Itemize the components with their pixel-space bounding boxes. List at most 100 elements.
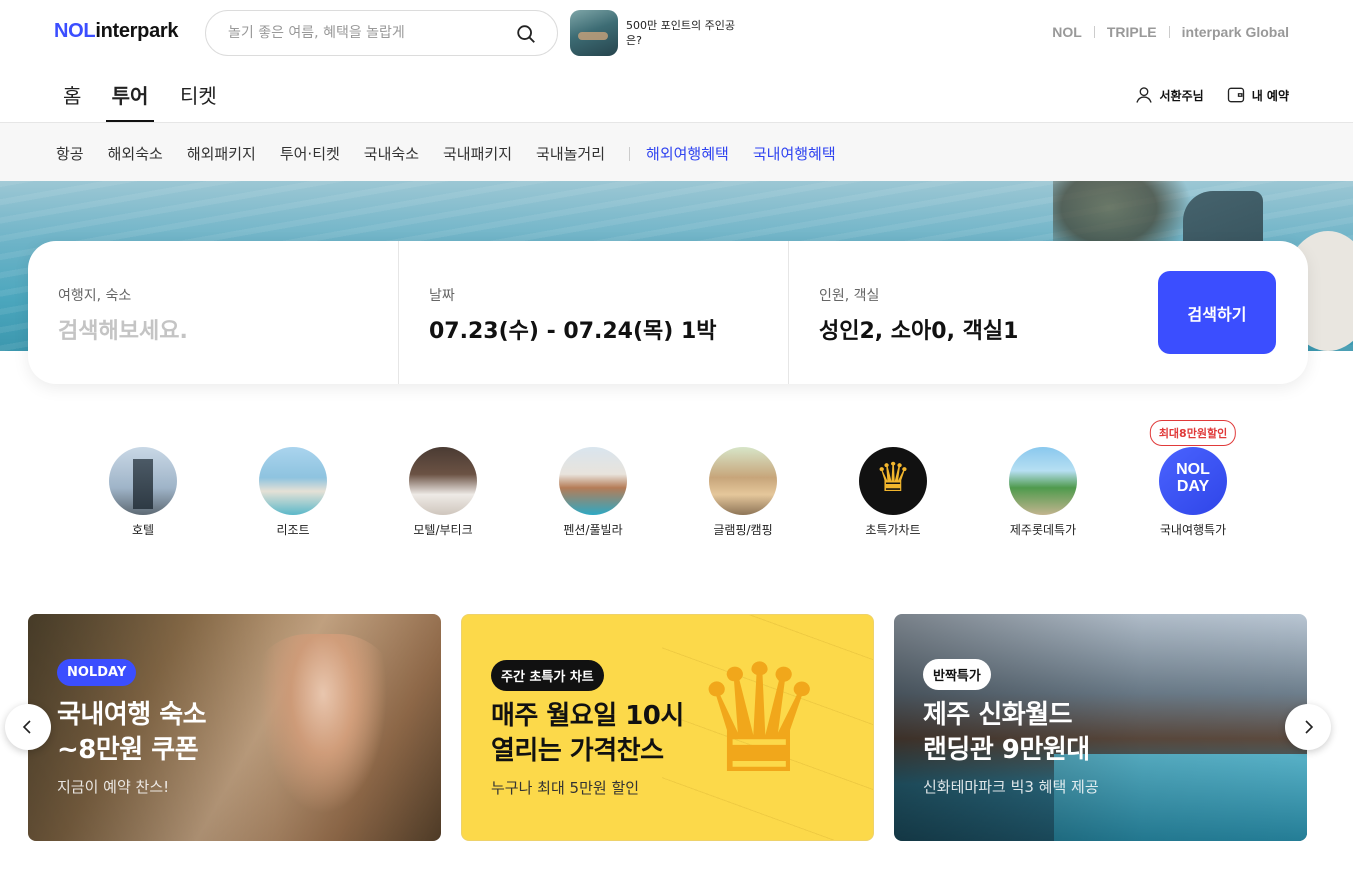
banner-title-line: 열리는 가격찬스	[491, 736, 664, 766]
crown-icon: ♛	[692, 633, 827, 807]
search-button[interactable]: 검색하기	[1158, 271, 1276, 354]
subnav-item-domestic-package[interactable]: 국내패키지	[443, 143, 512, 164]
subnav-item-domestic-stay[interactable]: 국내숙소	[364, 143, 419, 164]
divider	[629, 146, 631, 161]
banner-card[interactable]: ♛ 주간 초특가 차트 매주 월요일 10시 열리는 가격찬스 누구나 최대 5…	[461, 614, 874, 841]
category-label: 리조트	[276, 523, 310, 537]
logo-nol: NOL	[54, 20, 96, 42]
category-glamping[interactable]: 글램핑/캠핑	[688, 447, 798, 538]
date-field[interactable]: 날짜 07.23(수) - 07.24(목) 1박	[398, 241, 788, 384]
pension-icon	[559, 447, 627, 515]
banner-tag: NOLDAY	[57, 659, 137, 686]
banner-title-line: 제주 신화월드	[923, 700, 1073, 730]
carousel-prev-button[interactable]	[5, 704, 51, 750]
banner-title: 국내여행 숙소 ~8만원 쿠폰	[57, 698, 207, 768]
subnav-item-domestic-benefits[interactable]: 국내여행혜택	[753, 143, 836, 164]
brand-link-nol[interactable]: NOL	[1052, 24, 1082, 40]
motel-icon	[409, 447, 477, 515]
category-domestic-deal[interactable]: 최대8만원할인 NOL DAY 국내여행특가	[1138, 420, 1248, 538]
category-label: 제주롯데특가	[1009, 523, 1077, 537]
banner-subtitle: 신화테마파크 빅3 혜택 제공	[923, 778, 1099, 796]
guests-label: 인원, 객실	[819, 288, 880, 304]
banner-title-line: 매주 월요일 10시	[491, 701, 684, 731]
brand-link-interpark-global[interactable]: interpark Global	[1182, 24, 1289, 40]
category-label: 펜션/풀빌라	[563, 523, 623, 537]
banner-card[interactable]: 반짝특가 제주 신화월드 랜딩관 9만원대 신화테마파크 빅3 혜택 제공	[894, 614, 1307, 841]
tab-ticket[interactable]: 티켓	[180, 80, 217, 122]
date-label: 날짜	[429, 288, 455, 304]
category-label: 초특가차트	[865, 523, 921, 537]
brand-links: NOL TRIPLE interpark Global	[1052, 24, 1289, 40]
user-icon	[1135, 87, 1152, 103]
banner-subtitle: 지금이 예약 찬스!	[57, 778, 170, 796]
category-label: 호텔	[131, 523, 155, 537]
nolday-logo-text: NOL DAY	[1176, 461, 1210, 495]
date-value: 07.23(수) - 07.24(목) 1박	[429, 319, 717, 344]
logo-brand: interpark	[95, 20, 179, 42]
user-menu[interactable]: 서환주님	[1134, 85, 1204, 105]
divider	[1093, 26, 1095, 38]
category-jeju-lotte[interactable]: 제주롯데특가	[988, 447, 1098, 538]
banner-title: 매주 월요일 10시 열리는 가격찬스	[491, 699, 684, 769]
logo[interactable]: NOLinterpark	[54, 20, 179, 43]
subnav-item-overseas-package[interactable]: 해외패키지	[187, 143, 256, 164]
crown-icon	[859, 447, 927, 515]
ticket-icon	[1227, 87, 1244, 103]
subnav-item-overseas-benefits[interactable]: 해외여행혜택	[646, 143, 729, 164]
my-reservation-label: 내 예약	[1251, 88, 1289, 103]
destination-label: 여행지, 숙소	[58, 288, 132, 304]
promo-thumbnail	[570, 10, 618, 56]
user-name: 서환주님	[1159, 88, 1204, 103]
guests-field[interactable]: 인원, 객실 성인2, 소아0, 객실1	[788, 241, 1128, 384]
sub-nav: 항공 해외숙소 해외패키지 투어·티켓 국내숙소 국내패키지 국내놀거리 해외여…	[0, 123, 1353, 181]
hotel-icon	[109, 447, 177, 515]
promo-text: 500만 포인트의 주인공은?	[626, 19, 735, 47]
category-resort[interactable]: 리조트	[238, 447, 348, 538]
category-motel[interactable]: 모텔/부티크	[388, 447, 498, 538]
brand-link-triple[interactable]: TRIPLE	[1107, 24, 1157, 40]
category-special-chart[interactable]: 초특가차트	[838, 447, 948, 538]
subnav-item-overseas-stay[interactable]: 해외숙소	[108, 143, 163, 164]
my-reservation-link[interactable]: 내 예약	[1226, 85, 1289, 105]
search-card: 여행지, 숙소 검색해보세요. 날짜 07.23(수) - 07.24(목) 1…	[28, 241, 1308, 384]
category-list: 호텔 리조트 모텔/부티크 펜션/풀빌라 글램핑/캠핑 초특가차트 제주롯데특가…	[0, 420, 1353, 550]
banner-title: 제주 신화월드 랜딩관 9만원대	[923, 698, 1090, 768]
chevron-left-icon	[22, 720, 31, 734]
banner-card[interactable]: NOLDAY 국내여행 숙소 ~8만원 쿠폰 지금이 예약 찬스!	[28, 614, 441, 841]
category-label: 국내여행특가	[1159, 523, 1227, 537]
tab-home[interactable]: 홈	[63, 80, 81, 122]
category-pension[interactable]: 펜션/풀빌라	[538, 447, 648, 538]
search-bar	[205, 10, 558, 56]
destination-field[interactable]: 여행지, 숙소 검색해보세요.	[28, 241, 398, 384]
banner-carousel: NOLDAY 국내여행 숙소 ~8만원 쿠폰 지금이 예약 찬스! ♛ 주간 초…	[0, 614, 1353, 841]
top-bar: NOLinterpark 500만 포인트의 주인공은? NOL TRIPLE …	[0, 0, 1353, 66]
subnav-item-flight[interactable]: 항공	[56, 143, 84, 164]
banner-title-line: 랜딩관 9만원대	[923, 735, 1090, 765]
category-hotel[interactable]: 호텔	[88, 447, 198, 538]
nolday-icon: NOL DAY	[1159, 447, 1227, 515]
category-label: 글램핑/캠핑	[713, 523, 773, 537]
banner-tag: 반짝특가	[923, 659, 991, 690]
search-input[interactable]	[228, 22, 508, 44]
tab-tour[interactable]: 투어	[106, 80, 154, 122]
main-nav: 홈 투어 티켓 서환주님 내 예약	[0, 66, 1353, 123]
destination-placeholder: 검색해보세요.	[58, 319, 188, 344]
divider	[1168, 26, 1170, 38]
subnav-item-domestic-activities[interactable]: 국내놀거리	[536, 143, 605, 164]
resort-icon	[259, 447, 327, 515]
banner-subtitle: 누구나 최대 5만원 할인	[491, 779, 640, 797]
banner-tag: 주간 초특가 차트	[491, 660, 604, 691]
jeju-icon	[1009, 447, 1077, 515]
discount-badge: 최대8만원할인	[1149, 420, 1237, 446]
promo-banner[interactable]: 500만 포인트의 주인공은?	[570, 10, 735, 56]
subnav-item-tour-ticket[interactable]: 투어·티켓	[280, 143, 340, 164]
banner-title-line: ~8만원 쿠폰	[57, 735, 199, 765]
banner-title-line: 국내여행 숙소	[57, 700, 207, 730]
glamping-icon	[709, 447, 777, 515]
user-nav: 서환주님 내 예약	[1134, 85, 1289, 105]
carousel-next-button[interactable]	[1285, 704, 1331, 750]
guests-value: 성인2, 소아0, 객실1	[819, 319, 1019, 344]
category-label: 모텔/부티크	[413, 523, 473, 537]
chevron-right-icon	[1305, 720, 1314, 734]
search-icon[interactable]	[515, 23, 537, 45]
